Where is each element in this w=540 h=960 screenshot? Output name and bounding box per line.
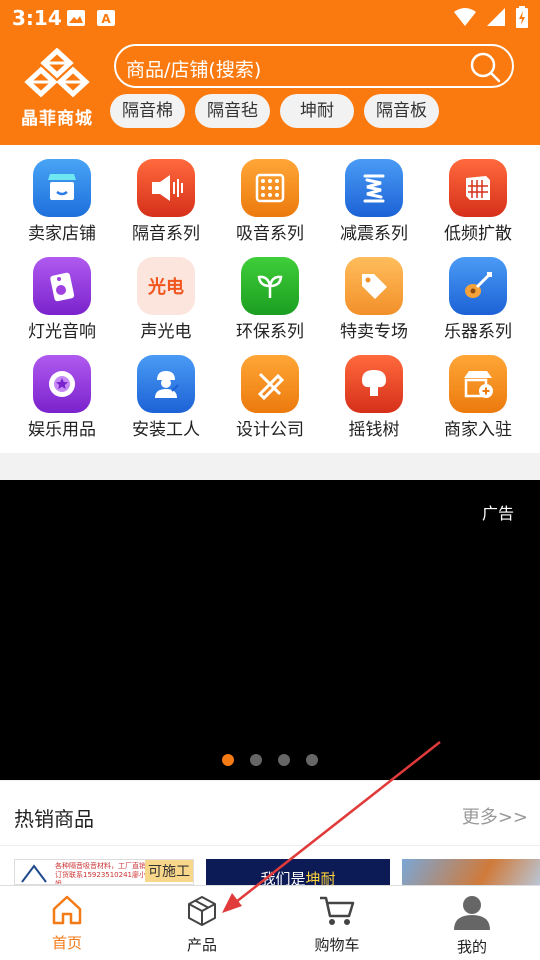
shop-add-icon [449, 355, 507, 413]
category-item-entertainment[interactable]: 娱乐用品 [10, 355, 114, 440]
hot-products-section: 热销商品 更多>> 各种隔音吸音材料，工厂直销 订货联系15923510241廖… [0, 781, 540, 885]
tag-chip[interactable]: 隔音棉 [110, 94, 185, 128]
category-label: 环保系列 [236, 322, 304, 342]
category-label: 吸音系列 [236, 224, 304, 244]
category-item-light-sound[interactable]: 光电 声光电 [114, 257, 218, 342]
pagination-dot[interactable] [278, 754, 290, 766]
worker-icon [137, 355, 195, 413]
price-tag-icon [345, 257, 403, 315]
product-badge: 可施工 [145, 860, 193, 882]
speaker-card-icon [33, 257, 91, 315]
product-thumbnail[interactable] [402, 859, 540, 885]
category-label: 灯光音响 [28, 322, 96, 342]
product-thumbnail[interactable]: 各种隔音吸音材料，工厂直销 订货联系15923510241廖小姐 可施工 [14, 859, 194, 885]
house-logo-icon [21, 864, 47, 883]
money-tree-icon [345, 355, 403, 413]
category-label: 乐器系列 [444, 322, 512, 342]
acoustic-panel-icon [241, 159, 299, 217]
category-item-special-sale[interactable]: 特卖专场 [322, 257, 426, 342]
divider [0, 845, 540, 846]
category-label: 声光电 [140, 322, 192, 342]
tab-home[interactable]: 首页 [17, 894, 117, 953]
light-text-icon: 光电 [137, 257, 195, 315]
category-item-eco[interactable]: 环保系列 [218, 257, 322, 342]
tab-cart[interactable]: 购物车 [287, 894, 387, 955]
signal-icon [487, 8, 505, 26]
font-notification-icon: A [97, 10, 115, 26]
logo-mark-icon [24, 47, 90, 98]
category-item-money-tree[interactable]: 摇钱树 [322, 355, 426, 440]
star-badge-icon [33, 355, 91, 413]
category-label: 低频扩散 [444, 224, 512, 244]
category-label: 特卖专场 [340, 322, 408, 342]
pagination-dot[interactable] [250, 754, 262, 766]
tab-label: 产品 [186, 936, 217, 954]
svg-text:A: A [101, 12, 111, 26]
product-thumbnail-text: 我们是 [260, 870, 306, 885]
product-thumbnail-highlight: 坤耐 [305, 870, 336, 885]
image-notification-icon [67, 10, 85, 26]
section-title: 热销商品 [14, 807, 94, 831]
category-item-design-company[interactable]: 设计公司 [218, 355, 322, 440]
user-icon [454, 896, 490, 930]
category-item-instruments[interactable]: 乐器系列 [426, 257, 530, 342]
tag-chip[interactable]: 坤耐 [280, 94, 354, 128]
diffuser-icon [449, 159, 507, 217]
category-grid: 卖家店铺 隔音系列 吸音系列 减震系列 低频扩散 灯光音响 光电 声光电 环保系… [0, 145, 540, 453]
sprout-icon [241, 257, 299, 315]
search-input[interactable]: 商品/店铺(搜索) [114, 44, 514, 88]
bottom-tab-bar: 首页 产品 购物车 我的 [0, 885, 540, 960]
pagination-dot[interactable] [222, 754, 234, 766]
store-icon [33, 159, 91, 217]
brand-logo: 晶菲商城 [12, 47, 102, 129]
category-label: 隔音系列 [132, 224, 200, 244]
status-time: 3:14 [12, 6, 62, 30]
category-label: 卖家店铺 [28, 224, 96, 244]
wifi-icon [454, 8, 476, 26]
product-thumbnail-text: 各种隔音吸音材料，工厂直销 订货联系15923510241廖小姐 [55, 862, 146, 885]
status-bar: 3:14 A [0, 0, 540, 36]
pagination-dot[interactable] [306, 754, 318, 766]
speaker-sound-icon [137, 159, 195, 217]
category-label: 商家入驻 [444, 420, 512, 440]
svg-text:光电: 光电 [147, 276, 184, 298]
tab-profile[interactable]: 我的 [422, 894, 522, 957]
category-item-installer[interactable]: 安装工人 [114, 355, 218, 440]
search-icon[interactable] [468, 50, 502, 84]
tag-chip[interactable]: 隔音毡 [195, 94, 270, 128]
category-item-damping[interactable]: 减震系列 [322, 159, 426, 244]
design-tools-icon [241, 355, 299, 413]
category-item-soundproof[interactable]: 隔音系列 [114, 159, 218, 244]
battery-icon [516, 6, 528, 28]
ad-banner[interactable]: 广告 [0, 480, 540, 780]
header: 3:14 A 晶菲商城 商品/店铺(搜索) 隔音棉 隔音毡 坤耐 隔音板 [0, 0, 540, 145]
banner-pagination [0, 754, 540, 766]
cart-icon [320, 896, 355, 925]
tab-label: 首页 [51, 934, 82, 952]
quick-tags: 隔音棉 隔音毡 坤耐 隔音板 [110, 94, 439, 128]
category-label: 减震系列 [340, 224, 408, 244]
product-thumbnail[interactable]: 我们是坤耐 [206, 859, 390, 885]
category-item-merchant-join[interactable]: 商家入驻 [426, 355, 530, 440]
category-item-absorption[interactable]: 吸音系列 [218, 159, 322, 244]
home-icon [52, 895, 82, 925]
category-label: 娱乐用品 [28, 420, 96, 440]
tab-label: 购物车 [314, 936, 360, 954]
brand-name: 晶菲商城 [21, 109, 93, 129]
category-item-diffuser[interactable]: 低频扩散 [426, 159, 530, 244]
category-label: 摇钱树 [348, 420, 400, 440]
category-label: 设计公司 [236, 420, 304, 440]
tab-label: 我的 [456, 938, 487, 956]
search-placeholder: 商品/店铺(搜索) [126, 59, 262, 81]
tag-chip[interactable]: 隔音板 [364, 94, 439, 128]
tab-products[interactable]: 产品 [152, 894, 252, 955]
box-icon [188, 896, 216, 926]
spring-icon [345, 159, 403, 217]
ad-label: 广告 [481, 504, 514, 523]
category-item-lighting-audio[interactable]: 灯光音响 [10, 257, 114, 342]
more-link[interactable]: 更多>> [462, 803, 528, 829]
guitar-icon [449, 257, 507, 315]
category-item-seller-store[interactable]: 卖家店铺 [10, 159, 114, 244]
category-label: 安装工人 [132, 420, 200, 440]
